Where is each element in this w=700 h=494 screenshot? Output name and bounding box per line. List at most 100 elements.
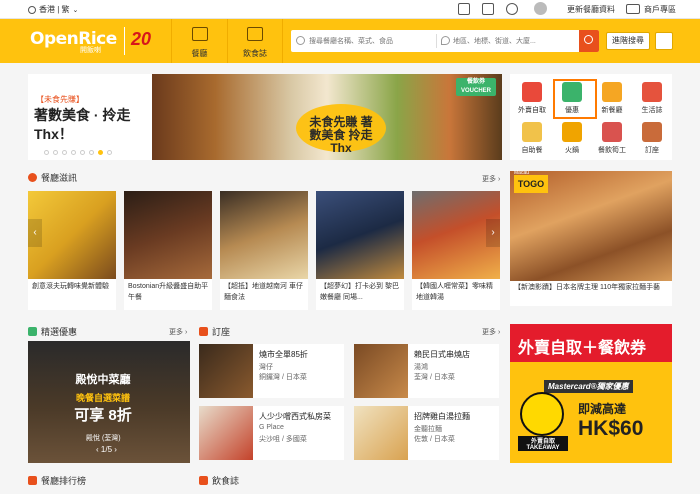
region-selector[interactable]: 香港 | 繁 ⌄	[28, 4, 78, 15]
more-label: 更多	[482, 329, 496, 336]
section-title: 餐廳滋訊	[41, 173, 78, 183]
banner-image-caption: 未食先賺 著數美食 拎走Thx	[309, 115, 373, 155]
ranking-section-header: 餐廳排行榜	[28, 474, 86, 487]
chevron-down-icon: ⌄	[72, 6, 79, 14]
category-label: 自助餐	[521, 147, 543, 154]
booking-cuisine: 尖沙咀 / 多國菜	[259, 436, 307, 443]
nav-magazine[interactable]: 飲食誌	[227, 19, 283, 63]
category-booking[interactable]: 訂座	[632, 122, 672, 155]
location-search-input[interactable]	[453, 30, 573, 52]
category-grid: 外賣自取 優惠 新餐廳 生活誌 自助餐 火鍋 餐飲筍工 訂座	[510, 74, 672, 160]
voucher-badge: 餐飲券 VOUCHER	[456, 78, 496, 96]
carousel-dot[interactable]	[44, 150, 49, 155]
edit-icon[interactable]	[482, 3, 494, 15]
deal-line2: 可享 8折	[74, 407, 132, 424]
category-label: 餐飲筍工	[598, 147, 626, 154]
keyword-search-input[interactable]	[309, 30, 434, 52]
carousel-dot[interactable]	[71, 150, 76, 155]
feature-card[interactable]: Bostonian升級醬盛自助平午餐	[124, 191, 212, 310]
category-new-restaurants[interactable]: 新餐廳	[592, 82, 632, 115]
booking-card[interactable]: 招牌雞白湯拉麵 金聽拉麵 佐敦 / 日本菜	[354, 406, 499, 460]
carousel-dot-active[interactable]	[98, 150, 103, 155]
booking-more-link[interactable]: 更多 ›	[482, 327, 500, 337]
takeaway-icon	[522, 82, 542, 102]
search-divider	[436, 34, 437, 48]
togo-image: TOGO Macau	[510, 170, 672, 281]
nav-label: 餐廳	[191, 49, 208, 58]
booking-cuisine: 佐敦 / 日本菜	[414, 436, 455, 443]
next-icon[interactable]: ›	[112, 445, 117, 454]
takeaway-label: 外賣自取 TAKEAWAY	[518, 436, 568, 451]
carousel-dot[interactable]	[80, 150, 85, 155]
booking-section-header: 訂座	[199, 325, 230, 338]
feature-card[interactable]: 創意滾夫玩轉味覺新體驗	[28, 191, 116, 310]
carousel-prev-button[interactable]: ‹	[28, 219, 42, 247]
banner-image[interactable]: 未食先賺 著數美食 拎走Thx 餐飲券 VOUCHER	[152, 74, 502, 160]
carousel-dot[interactable]	[62, 150, 67, 155]
carousel-dot[interactable]	[107, 150, 112, 155]
bookmark-icon[interactable]	[655, 32, 673, 50]
category-takeaway[interactable]: 外賣自取	[512, 82, 552, 115]
promo-banner[interactable]: 外賣自取＋餐飲券 Mastercard®獨家優惠 外賣自取 TAKEAWAY 即…	[510, 324, 672, 463]
deal-branch: 殿悅 (荃灣)	[86, 435, 121, 442]
feature-card-caption: 【超抵】地道越南河 車仔麵食法	[224, 283, 303, 301]
user-card-icon[interactable]	[458, 3, 470, 15]
search-button[interactable]	[579, 30, 599, 52]
deal-image: 殿悅中菜廳 晚餐自選菜譜 可享 8折 殿悅 (荃灣) ‹ 1/5 ›	[28, 341, 190, 463]
booking-image	[199, 344, 253, 398]
update-restaurant-link[interactable]: 更新餐廳資料	[567, 4, 615, 15]
deals-more-link[interactable]: 更多 ›	[169, 327, 187, 337]
more-label: 更多	[169, 329, 183, 336]
section-title: 精選優惠	[41, 327, 78, 337]
app-icon[interactable]	[506, 3, 518, 15]
hotpot-icon	[562, 122, 582, 142]
booking-title: 燒市全單85折	[259, 350, 308, 359]
carousel-dot[interactable]	[89, 150, 94, 155]
coupon-icon	[562, 82, 582, 102]
booking-cuisine: 荃灣 / 日本菜	[414, 374, 455, 381]
nav-restaurants[interactable]: 餐廳	[171, 19, 227, 63]
advanced-search-button[interactable]: 進階搜尋	[606, 32, 650, 50]
category-hotpot[interactable]: 火鍋	[552, 122, 592, 155]
booking-card[interactable]: 賴民日式串燒店 湯鴻 荃灣 / 日本菜	[354, 344, 499, 398]
category-offers[interactable]: 優惠	[552, 82, 592, 115]
category-lifestyle[interactable]: 生活誌	[632, 82, 672, 115]
feature-more-link[interactable]: 更多 ›	[482, 174, 500, 184]
avatar[interactable]	[534, 2, 547, 15]
magazine-section-header: 飲食誌	[199, 474, 239, 487]
smiley-icon	[520, 392, 564, 436]
category-label: 訂座	[645, 147, 659, 154]
booking-image	[354, 344, 408, 398]
togo-feature-card[interactable]: TOGO Macau 【新澳影蹟】日本名牌主理 110年獨家拉麵手藝	[510, 170, 672, 306]
pager-label: 1/5	[100, 445, 113, 454]
section-title: 飲食誌	[212, 476, 240, 486]
carousel-next-button[interactable]: ›	[486, 219, 500, 247]
logo-text: OpenRice	[30, 29, 117, 49]
merchant-link[interactable]: 商戶專區	[644, 4, 676, 15]
deal-card[interactable]: 殿悅中菜廳 晚餐自選菜譜 可享 8折 殿悅 (荃灣) ‹ 1/5 ›	[28, 341, 190, 463]
booking-card[interactable]: 人少少嚐西式私房菜 G Place 尖沙咀 / 多國菜	[199, 406, 344, 460]
feature-card[interactable]: 【韓國人喱常菜】零味精 地道韓湯	[412, 191, 500, 310]
carousel-dot[interactable]	[53, 150, 58, 155]
category-label: 生活誌	[641, 107, 663, 114]
booking-icon	[642, 122, 662, 142]
feature-card[interactable]: 【超抵】地道越南河 車仔麵食法	[220, 191, 308, 310]
feature-card-image	[220, 191, 308, 279]
banner-tag: 【未食先賺】	[36, 95, 84, 104]
anniversary-badge: 20	[124, 27, 164, 55]
feature-card-caption: 【韓國人喱常菜】零味精 地道韓湯	[416, 283, 493, 301]
dollar-icon	[28, 327, 37, 336]
openrice-logo[interactable]: OpenRice 開飯喇 20	[28, 25, 168, 57]
feature-card[interactable]: 【超夢幻】打卡必到 黎巴嫩餐廳 同場...	[316, 191, 404, 310]
deal-restaurant-name: 殿悅中菜廳	[75, 374, 131, 386]
banner-text-panel: 【未食先賺】 著數美食 · 拎走 Thx！	[28, 86, 153, 146]
booking-sub: 灣仔	[259, 364, 273, 371]
region-label: 香港 | 繁	[39, 5, 70, 14]
category-jobs[interactable]: 餐飲筍工	[592, 122, 632, 155]
hero-banner[interactable]: 【未食先賺】 著數美食 · 拎走 Thx！ 未食先賺 著數美食 拎走Thx 餐飲…	[28, 74, 502, 160]
promo-top-text: 外賣自取＋餐飲券	[518, 340, 647, 357]
nav-label: 飲食誌	[243, 49, 267, 58]
trophy-icon	[28, 476, 37, 485]
booking-card[interactable]: 燒市全單85折 灣仔 銅鑼灣 / 日本菜	[199, 344, 344, 398]
category-buffet[interactable]: 自助餐	[512, 122, 552, 155]
